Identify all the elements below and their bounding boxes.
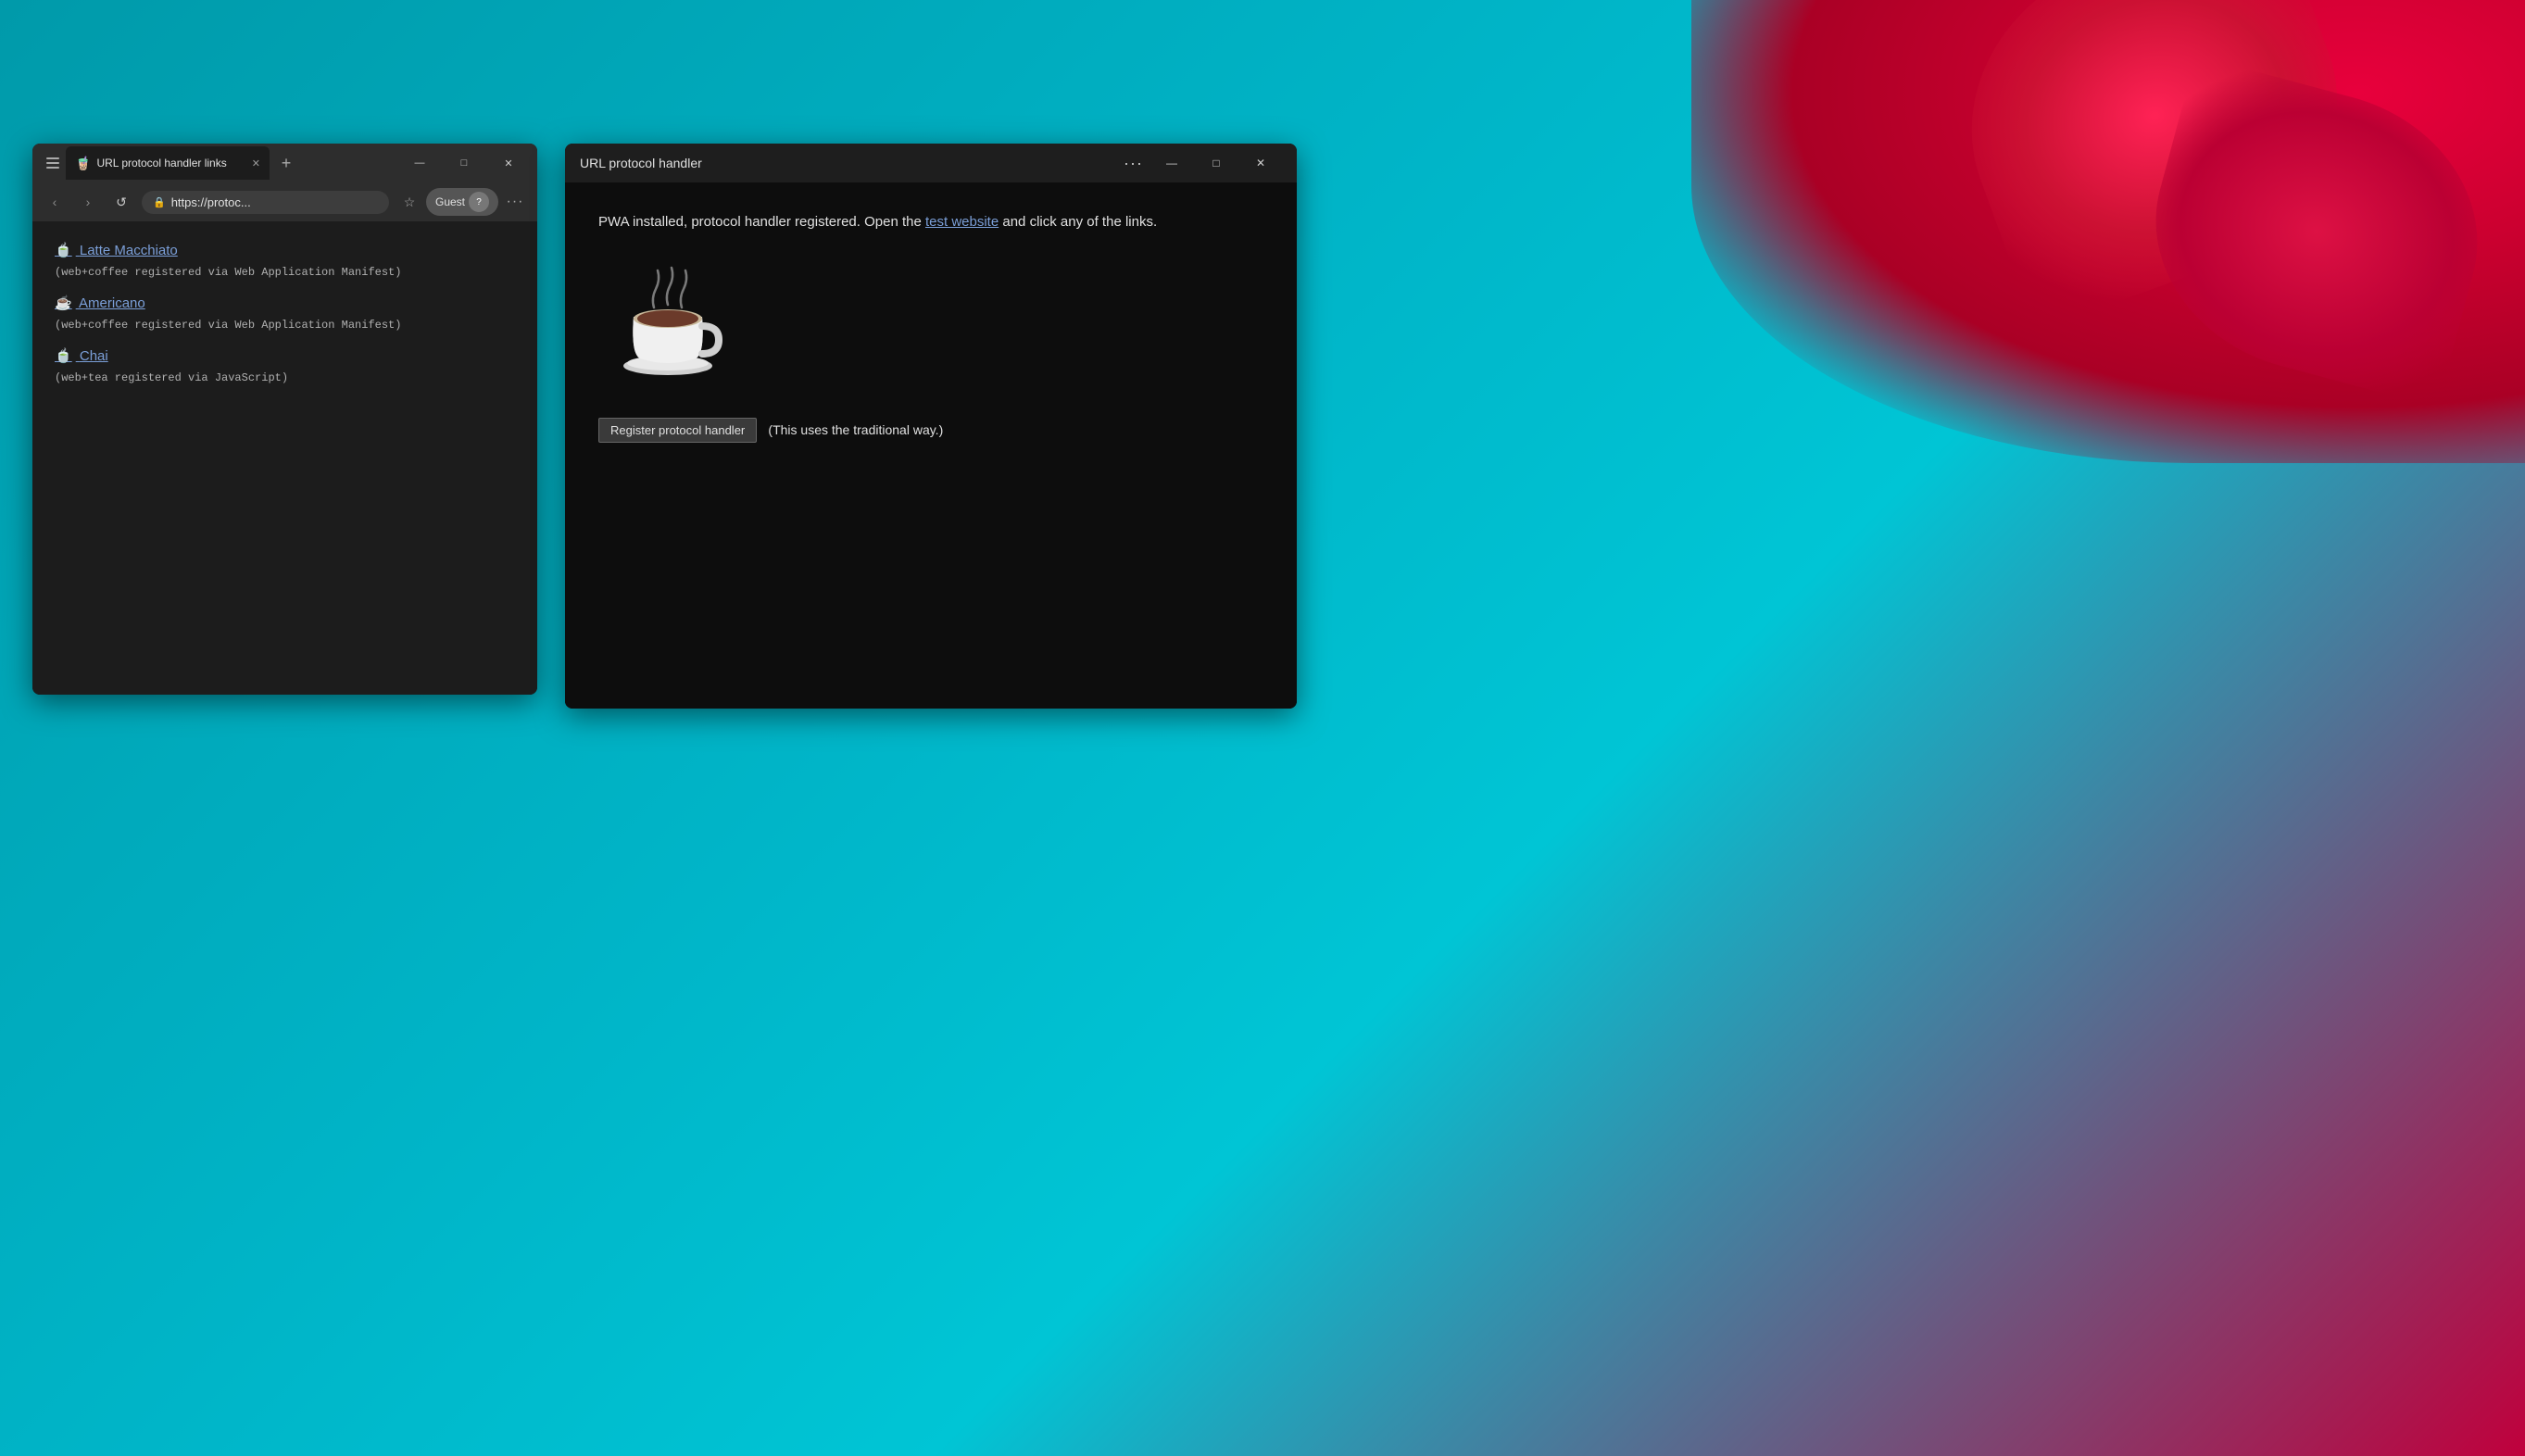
pwa-description-pre: PWA installed, protocol handler register… xyxy=(598,214,925,230)
latte-macchiato-link[interactable]: 🍵 Latte Macchiato xyxy=(55,240,515,262)
pwa-description-post: and click any of the links. xyxy=(1002,214,1157,230)
forward-button[interactable]: › xyxy=(75,189,101,215)
pwa-maximize-button[interactable]: □ xyxy=(1195,149,1237,177)
americano-text: Americano xyxy=(79,295,145,311)
pwa-description: PWA installed, protocol handler register… xyxy=(598,210,1263,234)
browser-more-button[interactable]: ··· xyxy=(502,189,528,215)
guest-label: Guest xyxy=(435,195,465,208)
register-note: (This uses the traditional way.) xyxy=(768,422,943,437)
lock-icon: 🔒 xyxy=(153,196,166,208)
latte-meta: (web+coffee registered via Web Applicati… xyxy=(55,264,515,282)
pwa-more-button[interactable]: ··· xyxy=(1116,154,1150,173)
close-button[interactable]: ✕ xyxy=(487,149,530,177)
browser-addressbar: ‹ › ↺ 🔒 https://protoc... ☆ Guest ? ··· xyxy=(32,182,537,221)
browser-window: 🧋 URL protocol handler links ✕ + — □ ✕ ‹… xyxy=(32,144,537,695)
coffee-cup-image xyxy=(598,257,737,395)
chai-text: Chai xyxy=(80,348,108,364)
pwa-title: URL protocol handler xyxy=(580,156,1116,170)
chai-link[interactable]: 🍵 Chai xyxy=(55,345,515,368)
browser-titlebar: 🧋 URL protocol handler links ✕ + — □ ✕ xyxy=(32,144,537,182)
maximize-button[interactable]: □ xyxy=(443,149,485,177)
pwa-titlebar: URL protocol handler ··· — □ ✕ xyxy=(565,144,1297,182)
latte-macchiato-text: Latte Macchiato xyxy=(80,243,178,258)
chai-meta: (web+tea registered via JavaScript) xyxy=(55,370,515,387)
register-section: Register protocol handler (This uses the… xyxy=(598,418,1263,443)
browser-sidebar-toggle[interactable] xyxy=(40,150,66,176)
pwa-content: PWA installed, protocol handler register… xyxy=(565,182,1297,709)
browser-content: 🍵 Latte Macchiato (web+coffee registered… xyxy=(32,221,537,695)
tab-favicon: 🧋 xyxy=(75,156,91,171)
chai-emoji: 🍵 xyxy=(55,348,72,364)
favorites-button[interactable]: ☆ xyxy=(396,189,422,215)
americano-emoji: ☕ xyxy=(55,295,72,311)
new-tab-button[interactable]: + xyxy=(273,150,299,176)
latte-emoji: 🍵 xyxy=(55,243,72,258)
back-button[interactable]: ‹ xyxy=(42,189,68,215)
address-bar[interactable]: 🔒 https://protoc... xyxy=(142,191,389,214)
browser-tab-bar: 🧋 URL protocol handler links ✕ + xyxy=(66,146,391,180)
test-website-link[interactable]: test website xyxy=(925,214,999,230)
reload-button[interactable]: ↺ xyxy=(108,189,134,215)
address-text: https://protoc... xyxy=(171,195,251,209)
address-actions: ☆ Guest ? ··· xyxy=(396,188,528,216)
americano-meta: (web+coffee registered via Web Applicati… xyxy=(55,317,515,334)
browser-window-controls: — □ ✕ xyxy=(398,149,530,177)
pwa-window-controls: — □ ✕ xyxy=(1150,149,1282,177)
americano-link[interactable]: ☕ Americano xyxy=(55,293,515,315)
guest-avatar: ? xyxy=(469,192,489,212)
browser-tab-active[interactable]: 🧋 URL protocol handler links ✕ xyxy=(66,146,270,180)
tab-title: URL protocol handler links xyxy=(96,157,245,169)
pwa-minimize-button[interactable]: — xyxy=(1150,149,1193,177)
tab-close-button[interactable]: ✕ xyxy=(252,157,260,169)
register-protocol-button[interactable]: Register protocol handler xyxy=(598,418,757,443)
pwa-close-button[interactable]: ✕ xyxy=(1239,149,1282,177)
pwa-window: URL protocol handler ··· — □ ✕ PWA insta… xyxy=(565,144,1297,709)
guest-profile-button[interactable]: Guest ? xyxy=(426,188,498,216)
coffee-cup-svg xyxy=(608,266,728,386)
minimize-button[interactable]: — xyxy=(398,149,441,177)
